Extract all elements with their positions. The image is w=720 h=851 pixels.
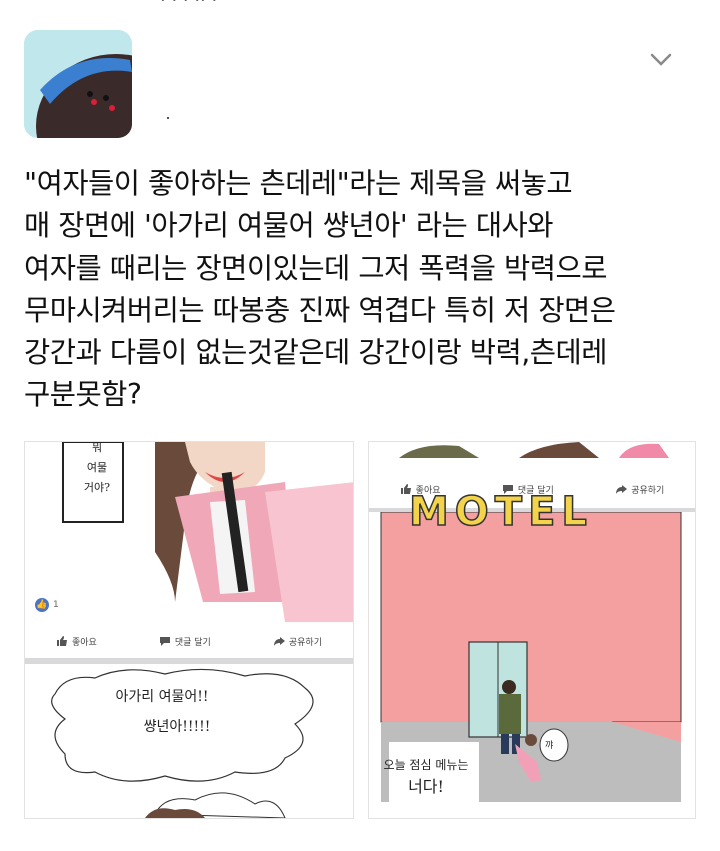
tweet-line: 구분못함?: [24, 378, 142, 412]
shout-line: 썅년아!!!!!: [143, 719, 211, 735]
share-arrow-icon: [273, 637, 285, 646]
small-bubble-text: 꺄: [545, 741, 554, 751]
comment-button[interactable]: 댓글 달기: [159, 635, 211, 648]
tweet-line: 매 장면에 '아가리 여물어 썅년아' 라는 대사와: [24, 209, 554, 243]
speech-box-text: 뭐 여물 거야?: [73, 441, 121, 498]
share-label: 공유하기: [288, 637, 322, 648]
caption-line: 오늘 점심 메뉴는: [383, 758, 469, 772]
avatar-illustration: [24, 30, 132, 138]
speech-line: 여물: [86, 461, 108, 474]
dot-mark: [167, 117, 169, 119]
thumbs-up-icon: [57, 636, 67, 646]
reaction-summary[interactable]: 👍 1: [35, 598, 59, 612]
like-button[interactable]: 좋아요: [56, 635, 97, 648]
tweet-line: 여자를 때리는 장면이있는데 그저 폭력을 박력으로: [24, 251, 607, 285]
share-button[interactable]: 공유하기: [273, 635, 322, 648]
like-reaction-icon: 👍: [35, 598, 49, 612]
tweet-line: "여자들이 좋아하는 츤데레"라는 제목을 써놓고: [24, 167, 573, 200]
speech-line: 뭐: [91, 441, 103, 454]
shout-text: 아가리 여물어!! 썅년아!!!!!: [97, 682, 227, 742]
share-label: 공유하기: [631, 485, 665, 496]
share-button[interactable]: 공유하기: [615, 483, 664, 496]
comment-label: 댓글 달기: [174, 637, 211, 648]
tweet-line: 무마시켜버리는 따봉충 진짜 역겹다 특히 저 장면은: [24, 293, 616, 327]
reaction-count: 1: [53, 600, 59, 610]
attached-image-1[interactable]: 뭐 여물 거야? 👍 1 좋아요 댓글 달기 공유하기 아가리 여물어!! 썅년…: [24, 441, 354, 819]
like-label: 좋아요: [72, 637, 97, 648]
tweet-line: 강간과 다름이 없는것같은데 강간이랑 박력,츤데레: [24, 336, 607, 370]
caption-line: 너다!: [408, 777, 444, 796]
comment-icon: [159, 637, 170, 646]
top-cut-text: · · · ·· ·: [160, 0, 218, 11]
manga-panel-top-crop: [369, 442, 695, 462]
speech-line: 거야?: [83, 481, 111, 494]
caption-text: 오늘 점심 메뉴는 너다!: [383, 754, 469, 798]
shout-line: 아가리 여물어!!: [115, 689, 209, 705]
chevron-down-icon[interactable]: [648, 50, 674, 70]
avatar[interactable]: [24, 30, 132, 138]
share-arrow-icon: [616, 485, 628, 494]
tweet-text: "여자들이 좋아하는 츤데레"라는 제목을 써놓고 매 장면에 '아가리 여물어…: [24, 163, 704, 417]
attached-image-2[interactable]: 좋아요 댓글 달기 공유하기 MOTEL 꺄 오늘 점심 메뉴는 너다!: [368, 441, 696, 819]
facebook-action-bar: 좋아요 댓글 달기 공유하기: [25, 626, 353, 656]
motel-sign: MOTEL: [408, 489, 593, 535]
